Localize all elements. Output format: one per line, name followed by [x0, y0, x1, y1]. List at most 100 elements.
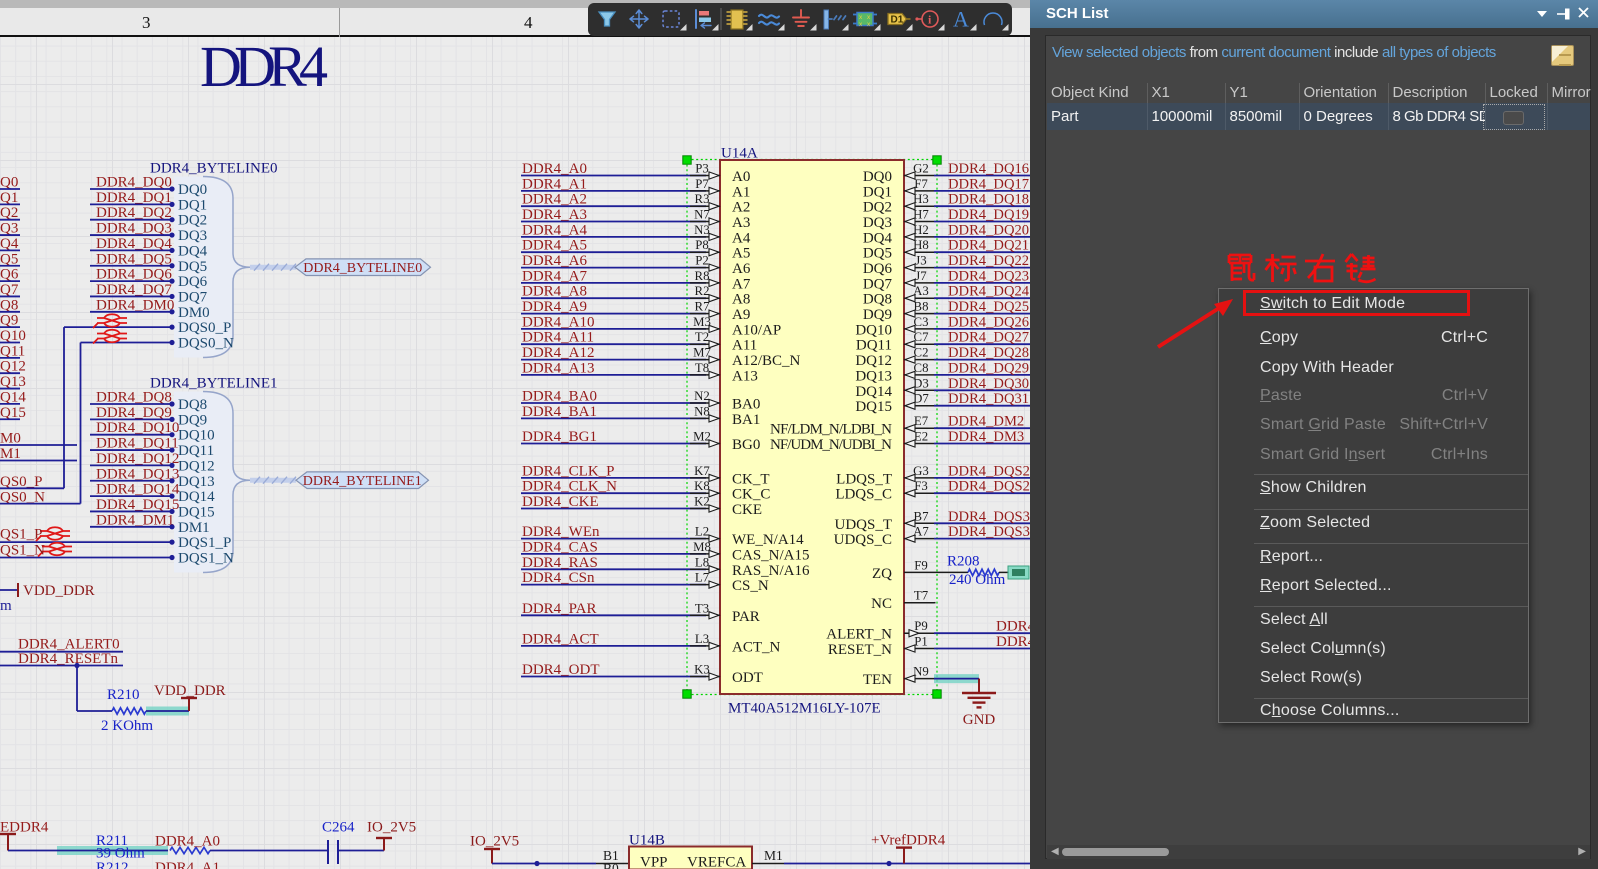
- svg-text:A7: A7: [913, 525, 929, 539]
- svg-text:DDR4: DDR4: [996, 619, 1030, 635]
- svg-text:A10/AP: A10/AP: [732, 322, 781, 338]
- svg-text:T3: T3: [695, 601, 709, 615]
- svg-text:C3: C3: [914, 315, 929, 329]
- svg-text:N2: N2: [694, 389, 710, 403]
- svg-text:DQ10: DQ10: [855, 322, 892, 338]
- svg-text:L3: L3: [695, 632, 709, 646]
- svg-text:DQ12: DQ12: [178, 458, 215, 474]
- svg-text:DDR4_DQS3: DDR4_DQS3: [948, 524, 1030, 540]
- svg-text:DDR4_BYTELINE0: DDR4_BYTELINE0: [303, 261, 422, 276]
- svg-text:M3: M3: [693, 315, 711, 329]
- svg-text:A2: A2: [732, 200, 750, 216]
- svg-text:R212: R212: [96, 860, 129, 869]
- svg-text:240 Ohm: 240 Ohm: [949, 572, 1006, 588]
- svg-text:DQS1_P: DQS1_P: [178, 535, 231, 551]
- svg-text:E2: E2: [914, 430, 928, 444]
- svg-text:DQ3: DQ3: [863, 215, 892, 231]
- svg-text:DDR4_A7: DDR4_A7: [522, 268, 588, 284]
- svg-text:LDQS_C: LDQS_C: [835, 487, 892, 503]
- svg-text:DDR4_A8: DDR4_A8: [522, 284, 587, 300]
- svg-text:DQ8: DQ8: [863, 292, 892, 308]
- svg-text:P2: P2: [695, 254, 709, 268]
- svg-text:ACT_N: ACT_N: [732, 639, 781, 655]
- svg-text:DDR4_ODT: DDR4_ODT: [522, 662, 600, 678]
- svg-text:P9: P9: [914, 619, 928, 633]
- svg-text:ZQ: ZQ: [872, 566, 892, 582]
- svg-text:DDR4_CSn: DDR4_CSn: [522, 570, 595, 586]
- svg-text:CAS_N/A15: CAS_N/A15: [732, 547, 810, 563]
- svg-text:PAR: PAR: [732, 609, 760, 625]
- svg-text:CK_C: CK_C: [732, 487, 770, 503]
- svg-text:DDR4_A10: DDR4_A10: [522, 314, 595, 330]
- svg-text:IO_2V5: IO_2V5: [367, 820, 416, 836]
- svg-text:DDR4: DDR4: [996, 634, 1030, 650]
- svg-text:C8: C8: [914, 361, 929, 375]
- svg-text:NC: NC: [871, 596, 892, 612]
- svg-text:K2: K2: [694, 495, 710, 509]
- svg-text:VDD_DDR: VDD_DDR: [154, 683, 226, 699]
- svg-text:P3: P3: [695, 162, 709, 176]
- svg-text:B8: B8: [914, 300, 929, 314]
- svg-text:DDR4_BA0: DDR4_BA0: [522, 389, 597, 405]
- svg-text:DQS1_N: DQS1_N: [178, 551, 234, 567]
- svg-text:DQ4: DQ4: [863, 230, 893, 246]
- svg-text:RAS_N/A16: RAS_N/A16: [732, 563, 810, 579]
- svg-text:DQ7: DQ7: [863, 276, 893, 292]
- svg-text:DDR4_A1: DDR4_A1: [155, 860, 220, 869]
- svg-text:F7: F7: [914, 177, 928, 191]
- svg-text:A1: A1: [732, 184, 750, 200]
- svg-text:DQ11: DQ11: [178, 443, 214, 459]
- svg-text:DDR4_ACT: DDR4_ACT: [522, 631, 599, 647]
- svg-text:R8: R8: [695, 269, 710, 283]
- svg-text:M8: M8: [693, 540, 711, 554]
- svg-text:L7: L7: [695, 571, 710, 585]
- svg-text:DDR4_DQ20: DDR4_DQ20: [948, 222, 1029, 238]
- svg-text:TEN: TEN: [863, 672, 892, 688]
- svg-text:DDR4_A0: DDR4_A0: [155, 834, 220, 850]
- svg-text:DDR4_DQ25: DDR4_DQ25: [948, 299, 1029, 315]
- svg-text:DDR4_DQ29: DDR4_DQ29: [948, 360, 1029, 376]
- svg-text:DQ7: DQ7: [178, 289, 208, 305]
- svg-text:B0: B0: [603, 861, 619, 869]
- svg-text:R210: R210: [107, 687, 140, 703]
- svg-text:DDR4_BYTELINE1: DDR4_BYTELINE1: [303, 474, 422, 489]
- svg-text:DQ14: DQ14: [855, 384, 892, 400]
- svg-text:IO_2V5: IO_2V5: [470, 834, 519, 850]
- svg-text:DM1: DM1: [178, 520, 210, 536]
- svg-text:VDD_DDR: VDD_DDR: [23, 583, 95, 599]
- svg-text:R3: R3: [695, 192, 710, 206]
- svg-text:DQ8: DQ8: [178, 397, 207, 413]
- svg-text:K3: K3: [694, 663, 710, 677]
- svg-text:DDR4_DQ18: DDR4_DQ18: [948, 192, 1029, 208]
- svg-text:VREFCA: VREFCA: [687, 855, 746, 869]
- svg-text:DDR4_A11: DDR4_A11: [522, 330, 594, 346]
- svg-text:C264: C264: [322, 820, 355, 836]
- svg-text:J7: J7: [915, 269, 927, 283]
- svg-text:DQ15: DQ15: [178, 504, 215, 520]
- svg-text:WE_N/A14: WE_N/A14: [732, 532, 804, 548]
- svg-text:A13: A13: [732, 368, 758, 384]
- svg-text:DDR4_BG1: DDR4_BG1: [522, 429, 597, 445]
- svg-text:N3: N3: [694, 223, 710, 237]
- svg-text:B7: B7: [914, 509, 930, 523]
- svg-text:ODT: ODT: [732, 670, 763, 686]
- svg-text:DDR4_DQS3: DDR4_DQS3: [948, 509, 1030, 525]
- svg-text:U14A: U14A: [721, 146, 758, 162]
- svg-text:NF/LDM_N/LDBI_N: NF/LDM_N/LDBI_N: [770, 422, 892, 438]
- svg-text:DQS0_N: DQS0_N: [178, 336, 234, 352]
- svg-text:UDQS_T: UDQS_T: [834, 517, 892, 533]
- svg-text:DDR4: DDR4: [200, 34, 328, 99]
- svg-text:A12/BC_N: A12/BC_N: [732, 353, 801, 369]
- svg-text:M2: M2: [693, 430, 711, 444]
- svg-text:DQ15: DQ15: [855, 399, 892, 415]
- svg-text:DQ0: DQ0: [863, 169, 892, 185]
- svg-text:QS1_P: QS1_P: [0, 527, 43, 543]
- svg-text:DDR4_A12: DDR4_A12: [522, 345, 595, 361]
- svg-text:ALERT_N: ALERT_N: [826, 627, 892, 643]
- svg-text:DDR4_DQ30: DDR4_DQ30: [948, 376, 1029, 392]
- svg-text:QS1_N: QS1_N: [0, 543, 45, 559]
- svg-text:DDR4_BA1: DDR4_BA1: [522, 404, 597, 420]
- svg-text:DDR4_WEn: DDR4_WEn: [522, 524, 600, 540]
- svg-text:CK_T: CK_T: [732, 471, 770, 487]
- svg-text:C2: C2: [914, 346, 929, 360]
